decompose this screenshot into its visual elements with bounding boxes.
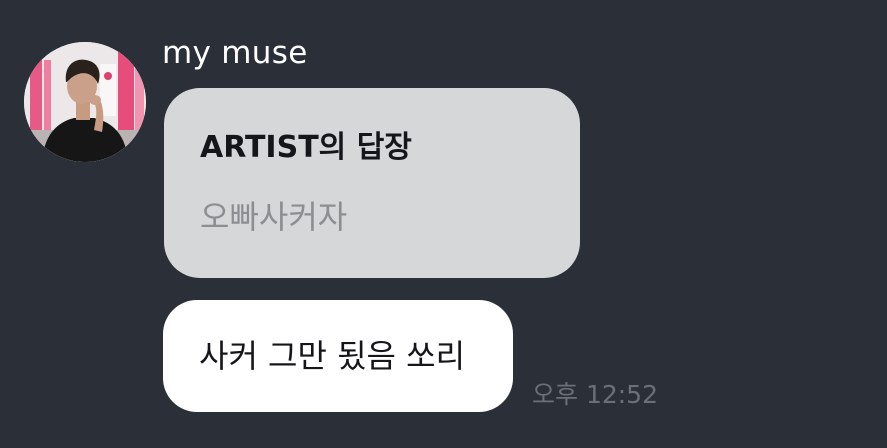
message-bubble[interactable]: 사커 그만 됬음 쏘리: [163, 300, 513, 412]
quoted-message: 오빠사커자: [200, 198, 348, 236]
message-text: 사커 그만 됬음 쏘리: [199, 337, 466, 375]
avatar[interactable]: [24, 42, 146, 162]
reply-title: ARTIST의 답장: [200, 130, 412, 165]
chat-view: my muse ARTIST의 답장 오빠사커자 사커 그만 됬음 쏘리 오후 …: [0, 0, 887, 448]
reply-bubble[interactable]: ARTIST의 답장 오빠사커자: [164, 88, 580, 278]
sender-name: my muse: [162, 35, 308, 71]
message-timestamp: 오후 12:52: [532, 380, 658, 409]
profile-photo-icon: [24, 42, 146, 162]
